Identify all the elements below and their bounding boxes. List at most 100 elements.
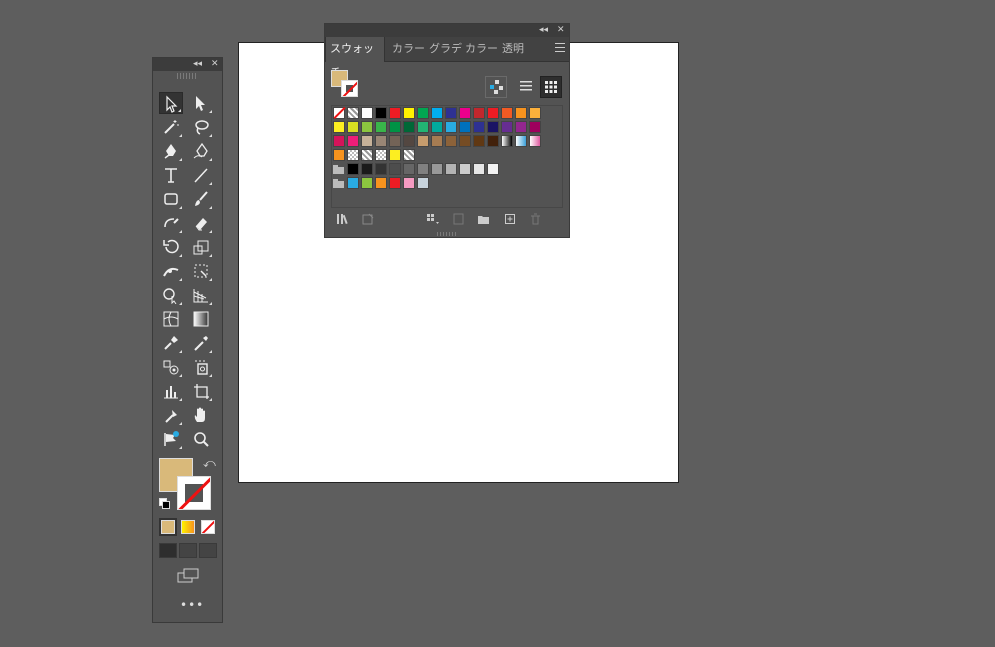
magic-wand-tool-button[interactable] xyxy=(159,116,183,138)
swatch[interactable] xyxy=(445,135,457,147)
selection-tool-button[interactable] xyxy=(159,92,183,114)
screen-mode-icon[interactable] xyxy=(177,568,201,584)
perspective-grid-tool-button[interactable] xyxy=(189,284,213,306)
delete-swatch-icon[interactable] xyxy=(528,212,544,226)
swatch[interactable] xyxy=(501,135,513,147)
add-to-library-icon[interactable] xyxy=(361,212,377,226)
stroke-swatch[interactable] xyxy=(341,80,358,97)
swatch[interactable] xyxy=(529,135,541,147)
draw-behind-icon[interactable] xyxy=(179,543,197,558)
swatch[interactable] xyxy=(389,163,401,175)
swatch[interactable] xyxy=(417,121,429,133)
rotate-tool-button[interactable] xyxy=(159,236,183,258)
swatch[interactable] xyxy=(375,121,387,133)
collapse-icon[interactable]: ◂◂ xyxy=(193,58,202,71)
direct-selection-tool-button[interactable] xyxy=(189,92,213,114)
live-paint-bucket-button[interactable] xyxy=(189,356,213,378)
swatch[interactable] xyxy=(487,121,499,133)
swatch[interactable] xyxy=(375,107,387,119)
artboard-tool-button[interactable] xyxy=(189,380,213,402)
edit-toolbar-icon[interactable]: ••• xyxy=(180,598,204,612)
swatch[interactable] xyxy=(445,107,457,119)
swatch-libraries-icon[interactable] xyxy=(335,212,351,226)
swatch[interactable] xyxy=(347,107,359,119)
swatch[interactable] xyxy=(347,135,359,147)
swatch[interactable] xyxy=(333,149,345,161)
swatch[interactable] xyxy=(333,121,345,133)
swatch[interactable] xyxy=(459,163,471,175)
color-group-folder-icon[interactable] xyxy=(333,165,344,174)
swatch[interactable] xyxy=(389,135,401,147)
swatch[interactable] xyxy=(529,107,541,119)
tools-panel-titlebar[interactable]: ◂◂ ✕ xyxy=(153,58,222,71)
swatch[interactable] xyxy=(515,121,527,133)
gradient-tool-button[interactable] xyxy=(189,308,213,330)
swatch[interactable] xyxy=(515,135,527,147)
shape-builder-tool-button[interactable] xyxy=(159,284,183,306)
swatch[interactable] xyxy=(361,149,373,161)
zoom-tool-button[interactable] xyxy=(189,428,213,450)
swatch[interactable] xyxy=(473,163,485,175)
swatches-panel-titlebar[interactable]: ◂◂ ✕ xyxy=(325,24,569,37)
draw-normal-icon[interactable] xyxy=(159,543,177,558)
swatch[interactable] xyxy=(361,177,373,189)
swatch-options-icon[interactable] xyxy=(451,212,467,226)
column-graph-tool-button[interactable] xyxy=(159,380,183,402)
collapse-icon[interactable]: ◂◂ xyxy=(539,24,548,37)
gradient-mode-icon[interactable] xyxy=(181,520,195,534)
free-transform-tool-button[interactable] xyxy=(189,260,213,282)
swatch[interactable] xyxy=(501,121,513,133)
tab-swatches[interactable]: スウォッチ xyxy=(325,37,385,79)
lasso-tool-button[interactable] xyxy=(189,116,213,138)
swatch[interactable] xyxy=(361,135,373,147)
pen-tool-button[interactable] xyxy=(159,140,183,162)
show-kinds-button[interactable] xyxy=(485,76,507,98)
swatch[interactable] xyxy=(403,121,415,133)
swatch[interactable] xyxy=(487,135,499,147)
tab-color[interactable]: カラー xyxy=(388,37,429,61)
swatch[interactable] xyxy=(515,107,527,119)
swatch[interactable] xyxy=(347,149,359,161)
swatch[interactable] xyxy=(361,163,373,175)
new-color-group-icon[interactable] xyxy=(476,212,492,226)
none-mode-icon[interactable] xyxy=(201,520,215,534)
swatch[interactable] xyxy=(361,121,373,133)
swatch[interactable] xyxy=(417,107,429,119)
color-mode-icon[interactable] xyxy=(159,518,177,536)
default-fill-stroke-icon[interactable] xyxy=(159,498,170,509)
stroke-color-swatch[interactable] xyxy=(177,476,211,510)
swatch[interactable] xyxy=(361,107,373,119)
swatch[interactable] xyxy=(445,163,457,175)
swatch[interactable] xyxy=(417,135,429,147)
swatch[interactable] xyxy=(347,177,359,189)
shaper-tool-button[interactable] xyxy=(159,212,183,234)
swatch[interactable] xyxy=(431,121,443,133)
swatch[interactable] xyxy=(431,135,443,147)
slice-tool-button[interactable] xyxy=(159,404,183,426)
panel-menu-icon[interactable] xyxy=(555,43,565,52)
swatch[interactable] xyxy=(347,121,359,133)
swatch[interactable] xyxy=(389,149,401,161)
eyedropper-tool-button[interactable] xyxy=(189,332,213,354)
swatch[interactable] xyxy=(529,121,541,133)
mesh-tool-button[interactable] xyxy=(159,308,183,330)
swatch[interactable] xyxy=(333,107,345,119)
close-icon[interactable]: ✕ xyxy=(211,58,219,71)
swap-fill-stroke-icon[interactable]: ⤺ xyxy=(203,456,216,471)
swatch[interactable] xyxy=(445,121,457,133)
swatch[interactable] xyxy=(417,177,429,189)
show-swatch-kinds-menu-icon[interactable] xyxy=(425,212,441,226)
swatch[interactable] xyxy=(375,163,387,175)
swatch[interactable] xyxy=(375,135,387,147)
panel-resize-grip[interactable] xyxy=(437,232,457,236)
swatch[interactable] xyxy=(473,121,485,133)
swatch[interactable] xyxy=(403,135,415,147)
swatch[interactable] xyxy=(333,135,345,147)
swatch[interactable] xyxy=(403,107,415,119)
eraser-tool-button[interactable] xyxy=(189,212,213,234)
draw-inside-icon[interactable] xyxy=(199,543,217,558)
list-view-button[interactable] xyxy=(516,76,538,98)
swatch[interactable] xyxy=(403,177,415,189)
swatch[interactable] xyxy=(389,177,401,189)
width-tool-button[interactable] xyxy=(159,260,183,282)
